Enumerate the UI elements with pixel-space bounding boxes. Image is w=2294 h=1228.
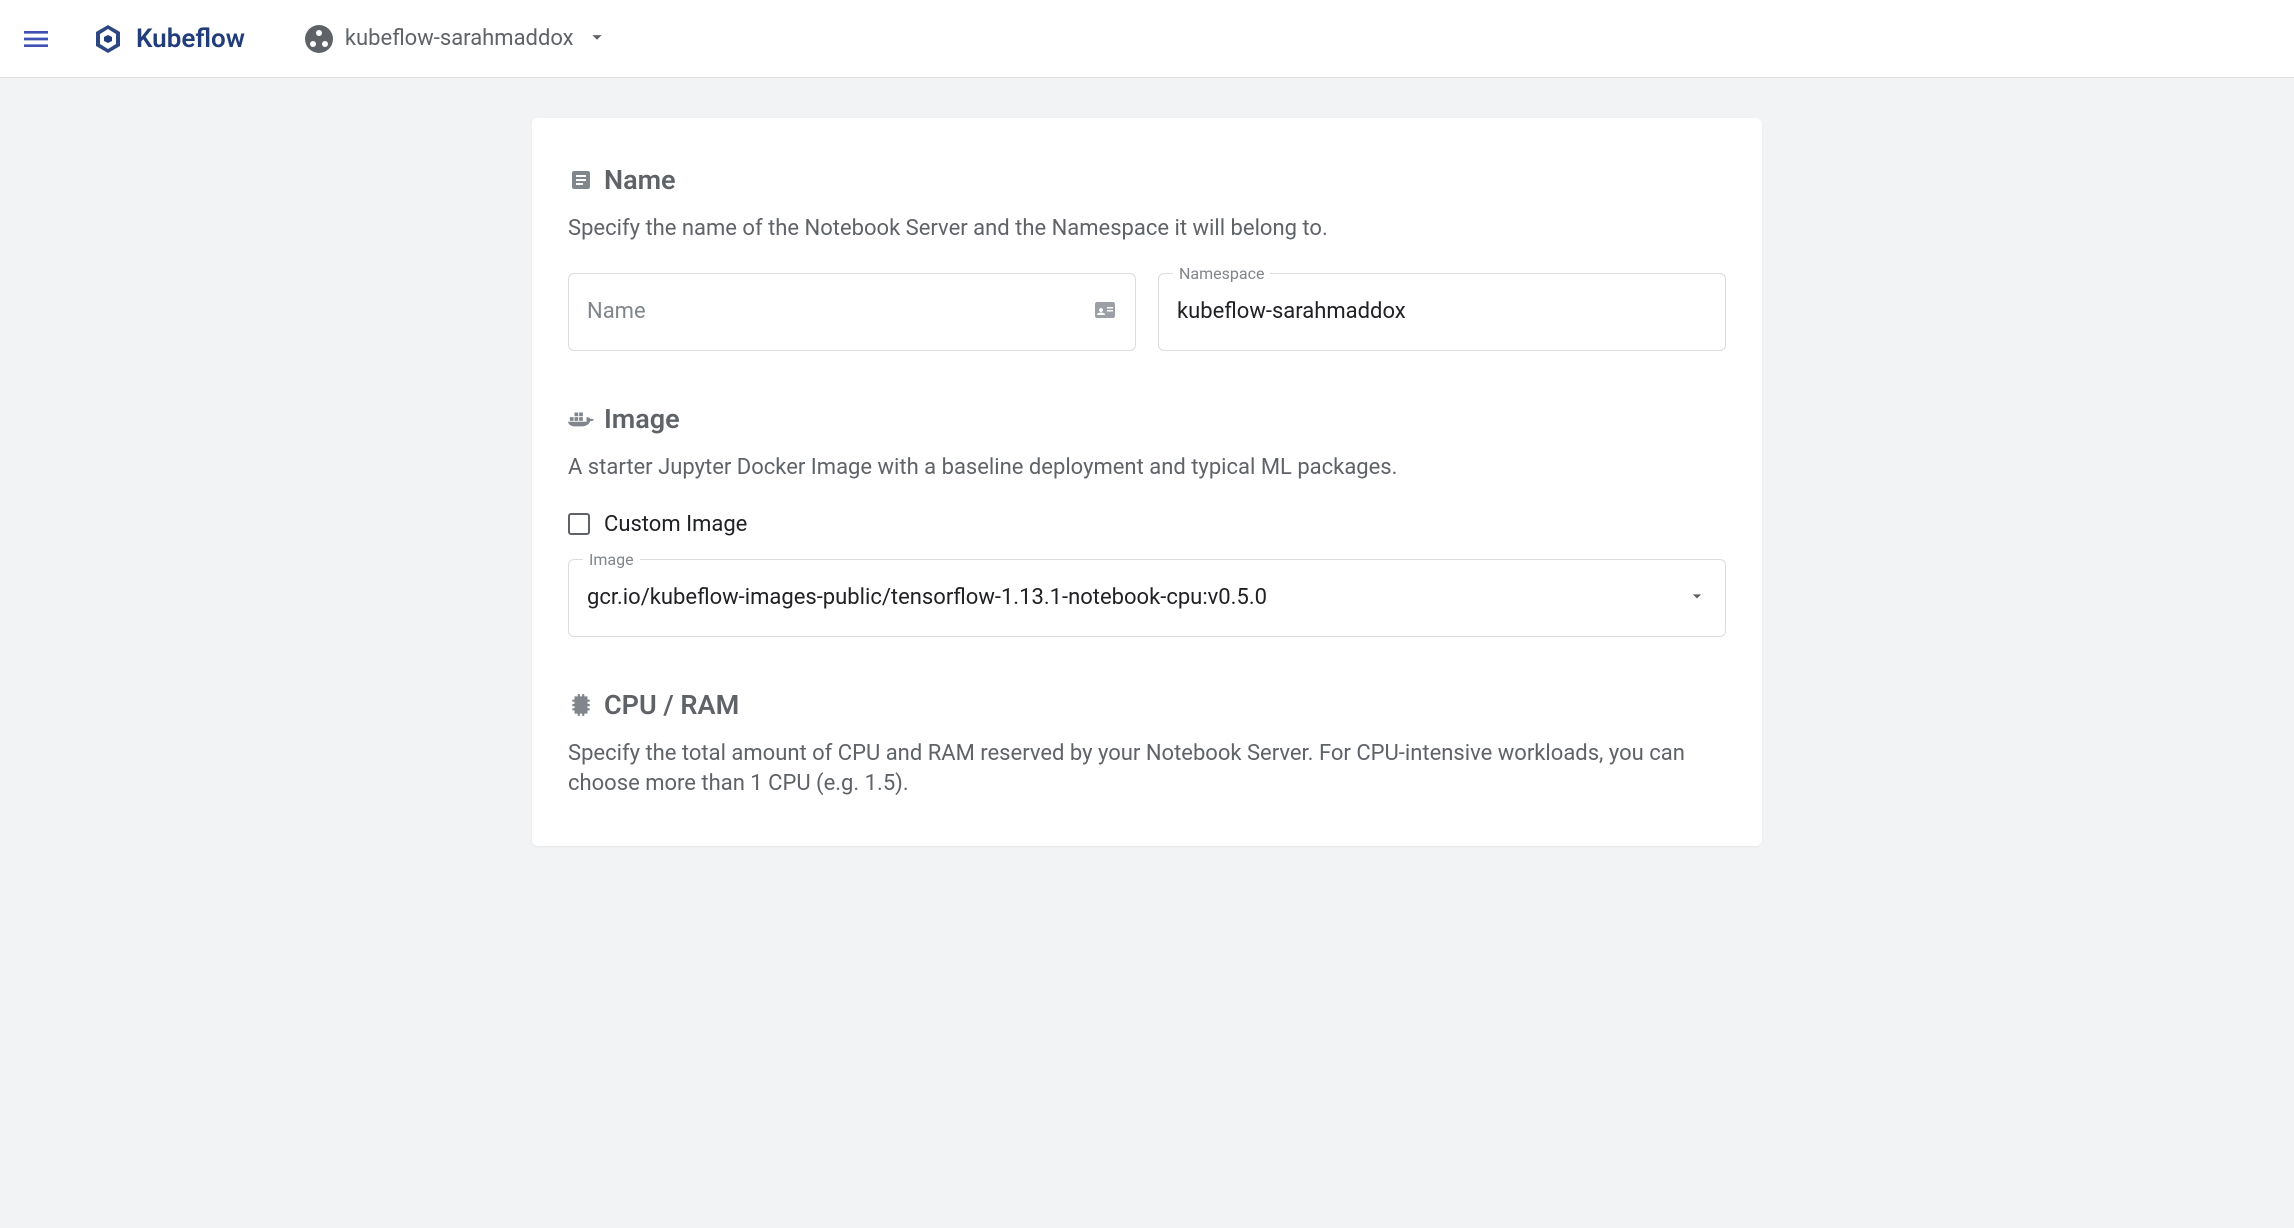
name-description: Specify the name of the Notebook Server …	[568, 214, 1726, 245]
image-float-label: Image	[583, 550, 640, 569]
image-description: A starter Jupyter Docker Image with a ba…	[568, 453, 1726, 484]
custom-image-checkbox-row: Custom Image	[568, 512, 1726, 537]
select-arrow-icon	[1687, 586, 1707, 610]
brand-text: Kubeflow	[136, 24, 245, 54]
image-select-field[interactable]: Image gcr.io/kubeflow-images-public/tens…	[568, 559, 1726, 637]
image-section: Image A starter Jupyter Docker Image wit…	[568, 403, 1726, 637]
form-card: Name Specify the name of the Notebook Se…	[532, 118, 1762, 846]
book-icon	[568, 167, 594, 193]
cpu-section-header: CPU / RAM	[568, 689, 1726, 721]
custom-image-checkbox[interactable]	[568, 513, 590, 535]
custom-image-label: Custom Image	[604, 512, 747, 537]
name-section-header: Name	[568, 164, 1726, 196]
namespace-selector[interactable]: kubeflow-sarahmaddox	[305, 25, 608, 53]
cpu-section: CPU / RAM Specify the total amount of CP…	[568, 689, 1726, 801]
name-form-row: Name Namespace kubeflow-sarahmaddox	[568, 273, 1726, 351]
namespace-input-field[interactable]: Namespace kubeflow-sarahmaddox	[1158, 273, 1726, 351]
menu-button[interactable]	[20, 23, 52, 55]
brand: Kubeflow	[92, 23, 245, 55]
kubeflow-logo-icon	[92, 23, 124, 55]
namespace-value: kubeflow-sarahmaddox	[1177, 299, 1707, 324]
name-section: Name Specify the name of the Notebook Se…	[568, 164, 1726, 351]
hamburger-icon	[20, 23, 52, 55]
namespace-text: kubeflow-sarahmaddox	[345, 26, 574, 51]
dropdown-arrow-icon	[586, 26, 608, 52]
namespace-icon	[305, 25, 333, 53]
app-header: Kubeflow kubeflow-sarahmaddox	[0, 0, 2294, 78]
image-select-value: gcr.io/kubeflow-images-public/tensorflow…	[587, 585, 1687, 610]
image-title: Image	[604, 403, 680, 435]
cpu-title: CPU / RAM	[604, 689, 739, 721]
image-section-header: Image	[568, 403, 1726, 435]
cpu-icon	[568, 692, 594, 718]
name-title: Name	[604, 164, 676, 196]
cpu-description: Specify the total amount of CPU and RAM …	[568, 739, 1726, 801]
id-card-icon	[1093, 298, 1117, 326]
docker-icon	[568, 406, 594, 432]
namespace-float-label: Namespace	[1173, 264, 1270, 283]
name-input-field[interactable]: Name	[568, 273, 1136, 351]
name-placeholder: Name	[587, 299, 1093, 324]
content-area: Name Specify the name of the Notebook Se…	[0, 78, 2294, 886]
